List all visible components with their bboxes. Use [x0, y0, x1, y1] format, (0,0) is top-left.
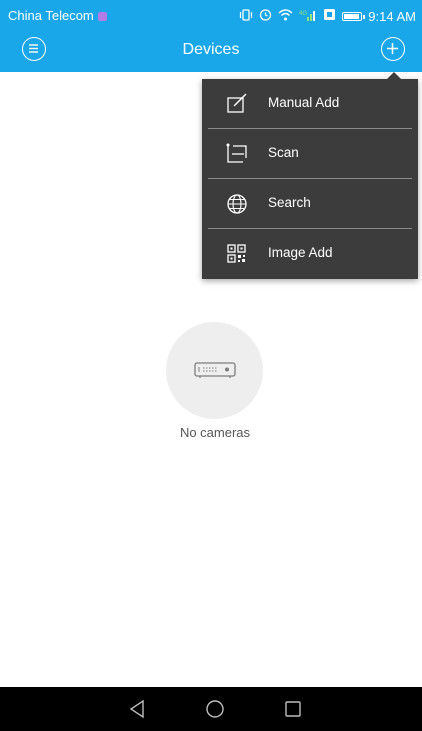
battery-icon [342, 11, 366, 21]
notification-icon [97, 12, 107, 21]
system-nav-bar [0, 687, 422, 731]
svg-text:4G: 4G [299, 11, 307, 17]
menu-item-search[interactable]: Search [202, 179, 418, 228]
add-device-menu: Manual Add Scan Search Image Add [202, 72, 418, 279]
carrier-name: China Telecom [8, 8, 107, 23]
empty-state-illustration [166, 322, 263, 419]
menu-item-label: Scan [268, 145, 299, 160]
scan-icon [226, 143, 247, 163]
dvr-device-icon [194, 362, 236, 378]
status-icons: 4G 9:14 AM [239, 8, 416, 24]
globe-icon [227, 194, 247, 214]
app-bar: Devices [0, 31, 422, 72]
status-bar: China Telecom 4G 9:14 AM [0, 0, 422, 31]
menu-item-label: Manual Add [268, 95, 340, 110]
add-device-button[interactable] [381, 37, 405, 61]
menu-item-label: Image Add [268, 245, 333, 260]
signal-icon: 4G [299, 9, 317, 24]
sim-icon [323, 8, 336, 24]
menu-item-image-add[interactable]: Image Add [202, 229, 418, 278]
alarm-icon [259, 8, 272, 24]
add-icon [387, 43, 398, 54]
vibrate-icon [239, 8, 253, 24]
back-icon[interactable] [127, 698, 149, 720]
menu-item-label: Search [268, 195, 311, 210]
edit-icon [227, 93, 247, 113]
home-icon[interactable] [204, 698, 226, 720]
empty-state-text: No cameras [179, 425, 251, 440]
carrier-label: China Telecom [8, 8, 94, 23]
recents-icon[interactable] [282, 698, 304, 720]
page-title: Devices [182, 41, 240, 58]
qr-code-icon [227, 244, 246, 263]
menu-item-manual-add[interactable]: Manual Add [202, 79, 418, 128]
menu-item-scan[interactable]: Scan [202, 129, 418, 178]
status-time: 9:14 AM [368, 8, 416, 24]
wifi-icon [278, 8, 293, 24]
